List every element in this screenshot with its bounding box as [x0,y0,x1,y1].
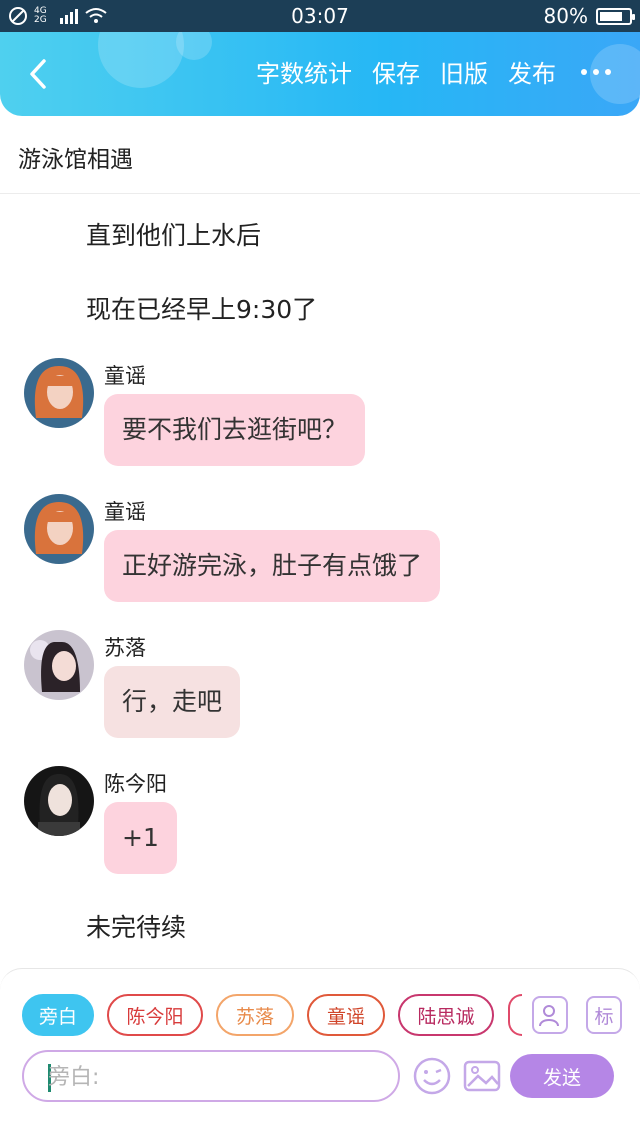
back-button[interactable] [20,54,56,94]
decorative-bubble [98,32,184,88]
message-bubble[interactable]: 要不我们去逛街吧？ [104,394,366,466]
composer-input[interactable] [48,1060,378,1094]
battery-percent: 80% [543,4,588,28]
role-chip[interactable]: 苏落 [216,994,294,1036]
contact-icon[interactable] [532,996,568,1034]
speaker-name: 苏落 [104,636,146,660]
avatar[interactable] [24,630,94,700]
header-menu: 字数统计 保存 旧版 发布 [256,54,616,89]
word-count-button[interactable]: 字数统计 [256,54,352,89]
more-icon[interactable] [576,68,616,75]
status-bar: 4G 2G 03:07 80% [0,0,640,32]
tag-icon[interactable]: 标 [586,996,622,1034]
role-chip[interactable]: 陈今阳 [107,994,203,1036]
avatar[interactable] [24,766,94,836]
message-bubble[interactable]: 正好游完泳，肚子有点饿了 [104,530,441,602]
speaker-name: 童谣 [104,500,146,524]
story-title[interactable]: 游泳馆相遇 [18,140,133,174]
save-button[interactable]: 保存 [372,54,420,89]
composer-input-wrapper [22,1050,400,1102]
send-button[interactable]: 发送 [510,1054,614,1098]
emoji-icon[interactable] [412,1056,452,1096]
speaker-name: 童谣 [104,364,146,388]
avatar[interactable] [24,494,94,564]
role-chip-partial[interactable] [508,994,522,1036]
image-icon[interactable] [462,1056,502,1096]
avatar[interactable] [24,358,94,428]
message-bubble[interactable]: 行，走吧 [104,666,241,738]
narration-line: 直到他们上水后 [86,221,262,250]
narration-line: 未完待续 [86,913,187,942]
speaker-name: 陈今阳 [104,772,167,796]
story-title-row: 游泳馆相遇 [0,116,640,194]
old-version-button[interactable]: 旧版 [440,54,488,89]
role-chip[interactable]: 陆思诚 [398,994,494,1036]
battery-icon [596,7,635,25]
editor-header: 字数统计 保存 旧版 发布 [0,32,640,116]
tag-label: 标 [594,1005,614,1028]
publish-button[interactable]: 发布 [508,54,556,89]
role-chip[interactable]: 童谣 [307,994,385,1036]
role-chip-narrator[interactable]: 旁白 [22,994,94,1036]
narration-line: 现在已经早上9:30了 [86,295,318,324]
chevron-left-icon [30,59,46,89]
message-bubble[interactable]: +1 [104,802,177,874]
